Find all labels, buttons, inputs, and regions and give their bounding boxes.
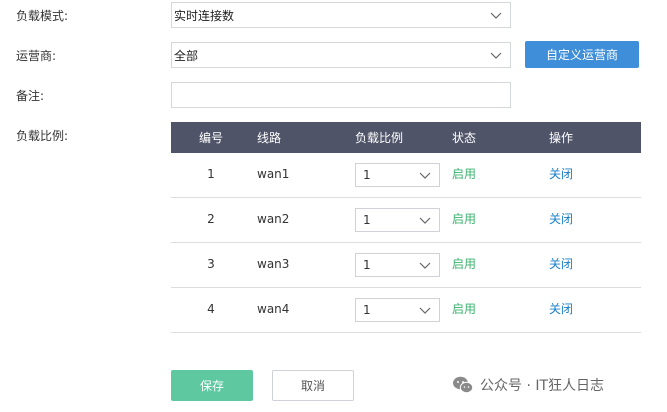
header-line: 线路 xyxy=(257,131,282,145)
close-link[interactable]: 关闭 xyxy=(549,257,573,271)
isp-select[interactable]: 全部 xyxy=(171,42,511,68)
table-row: 3 wan3 1 启用 关闭 xyxy=(171,243,641,288)
close-link[interactable]: 关闭 xyxy=(549,302,573,316)
chevron-down-icon xyxy=(419,262,431,269)
wechat-icon xyxy=(453,376,474,394)
isp-value: 全部 xyxy=(174,48,199,63)
ratio-select[interactable]: 1 xyxy=(355,163,440,187)
ratio-value: 1 xyxy=(363,168,371,182)
load-mode-value: 实时连接数 xyxy=(174,8,235,23)
row-line: wan1 xyxy=(257,166,290,181)
row-line: wan4 xyxy=(257,301,290,316)
ratio-select[interactable]: 1 xyxy=(355,208,440,232)
ratio-value: 1 xyxy=(363,258,371,272)
save-button[interactable]: 保存 xyxy=(171,370,253,401)
table-row: 1 wan1 1 启用 关闭 xyxy=(171,153,641,198)
header-action: 操作 xyxy=(549,131,574,145)
chevron-down-icon xyxy=(490,12,502,19)
close-link[interactable]: 关闭 xyxy=(549,212,573,226)
status-text: 启用 xyxy=(452,256,477,271)
header-status: 状态 xyxy=(452,131,477,145)
row-line: wan2 xyxy=(257,211,290,226)
load-balance-form: 负载模式: 实时连接数 运营商: 全部 自定义运营商 备注: 负载比例: 编号 … xyxy=(0,0,667,412)
ratio-label: 负载比例: xyxy=(16,129,69,143)
row-no: 3 xyxy=(207,256,215,271)
close-link[interactable]: 关闭 xyxy=(549,167,573,181)
row-no: 1 xyxy=(207,166,215,181)
chevron-down-icon xyxy=(419,307,431,314)
watermark: 公众号 · IT狂人日志 xyxy=(452,374,604,396)
remark-input[interactable] xyxy=(171,82,511,108)
row-line: wan3 xyxy=(257,256,290,271)
status-text: 启用 xyxy=(452,166,477,181)
ratio-select[interactable]: 1 xyxy=(355,253,440,277)
header-ratio: 负载比例 xyxy=(355,131,404,145)
isp-label: 运营商: xyxy=(16,49,57,63)
watermark-text: 公众号 · IT狂人日志 xyxy=(480,378,605,394)
status-text: 启用 xyxy=(452,301,477,316)
custom-isp-button[interactable]: 自定义运营商 xyxy=(525,41,639,68)
header-no: 编号 xyxy=(199,131,224,145)
cancel-button[interactable]: 取消 xyxy=(272,370,354,401)
table-row: 2 wan2 1 启用 关闭 xyxy=(171,198,641,243)
ratio-value: 1 xyxy=(363,303,371,317)
table-row: 4 wan4 1 启用 关闭 xyxy=(171,288,641,333)
row-no: 4 xyxy=(207,301,215,316)
chevron-down-icon xyxy=(490,52,502,59)
remark-label: 备注: xyxy=(16,89,45,103)
line-ratio-table: 编号 线路 负载比例 状态 操作 1 wan1 1 启用 关闭 2 wan2 1… xyxy=(171,122,641,333)
chevron-down-icon xyxy=(419,172,431,179)
chevron-down-icon xyxy=(419,217,431,224)
ratio-value: 1 xyxy=(363,213,371,227)
ratio-select[interactable]: 1 xyxy=(355,298,440,322)
status-text: 启用 xyxy=(452,211,477,226)
row-no: 2 xyxy=(207,211,215,226)
load-mode-select[interactable]: 实时连接数 xyxy=(171,2,511,28)
table-header: 编号 线路 负载比例 状态 操作 xyxy=(171,122,641,153)
load-mode-label: 负载模式: xyxy=(16,9,69,23)
